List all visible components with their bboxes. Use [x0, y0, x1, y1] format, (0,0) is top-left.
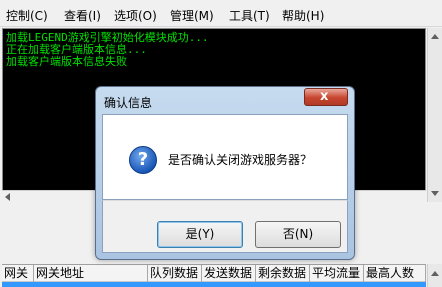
confirm-dialog: 确认信息 x ? 是否确认关闭游戏服务器？ 是(Y) 否(N) — [95, 86, 355, 260]
dialog-message: 是否确认关闭游戏服务器？ — [168, 153, 313, 167]
dialog-title: 确认信息 — [104, 96, 153, 110]
log-line: 加载客户端版本信息失败 — [6, 55, 127, 68]
menu-view[interactable]: 查看(I) — [64, 8, 101, 24]
dialog-footer: 是(Y) 否(N) — [102, 200, 348, 253]
menu-tools[interactable]: 工具(T) — [229, 8, 270, 24]
scroll-up-icon[interactable] — [431, 34, 439, 39]
column-remaining-data[interactable]: 剩余数据 — [256, 265, 310, 283]
close-button[interactable]: x — [304, 88, 348, 106]
menu-bar: 控制(C) 查看(I) 选项(O) 管理(M) 工具(T) 帮助(H) — [0, 0, 442, 27]
question-icon: ? — [129, 146, 157, 174]
menu-options[interactable]: 选项(O) — [114, 8, 157, 24]
menu-help[interactable]: 帮助(H) — [282, 8, 324, 24]
scroll-down-icon[interactable] — [431, 191, 439, 196]
column-sent-data[interactable]: 发送数据 — [202, 265, 256, 283]
menu-manage[interactable]: 管理(M) — [170, 8, 214, 24]
column-average-traffic[interactable]: 平均流量 — [310, 265, 364, 283]
table-vertical-scrollbar[interactable] — [427, 264, 442, 287]
no-button[interactable]: 否(N) — [255, 221, 341, 248]
column-queue-data[interactable]: 队列数据 — [148, 265, 202, 283]
gateway-table-header: 网关 网关地址 队列数据 发送数据 剩余数据 平均流量 最高人数 — [2, 264, 426, 283]
column-max-users[interactable]: 最高人数 — [364, 265, 426, 283]
menu-control[interactable]: 控制(C) — [6, 8, 48, 24]
column-gateway[interactable]: 网关 — [2, 265, 34, 283]
yes-button[interactable]: 是(Y) — [157, 221, 243, 248]
scroll-up-icon[interactable] — [431, 271, 439, 276]
scroll-left-icon[interactable] — [5, 193, 10, 201]
console-vertical-scrollbar[interactable] — [427, 28, 442, 202]
table-row-selected[interactable] — [2, 282, 426, 287]
column-gateway-address[interactable]: 网关地址 — [34, 265, 148, 283]
dialog-body: ? 是否确认关闭游戏服务器？ — [102, 114, 348, 200]
close-icon: x — [320, 89, 329, 104]
question-glyph: ? — [137, 149, 149, 170]
